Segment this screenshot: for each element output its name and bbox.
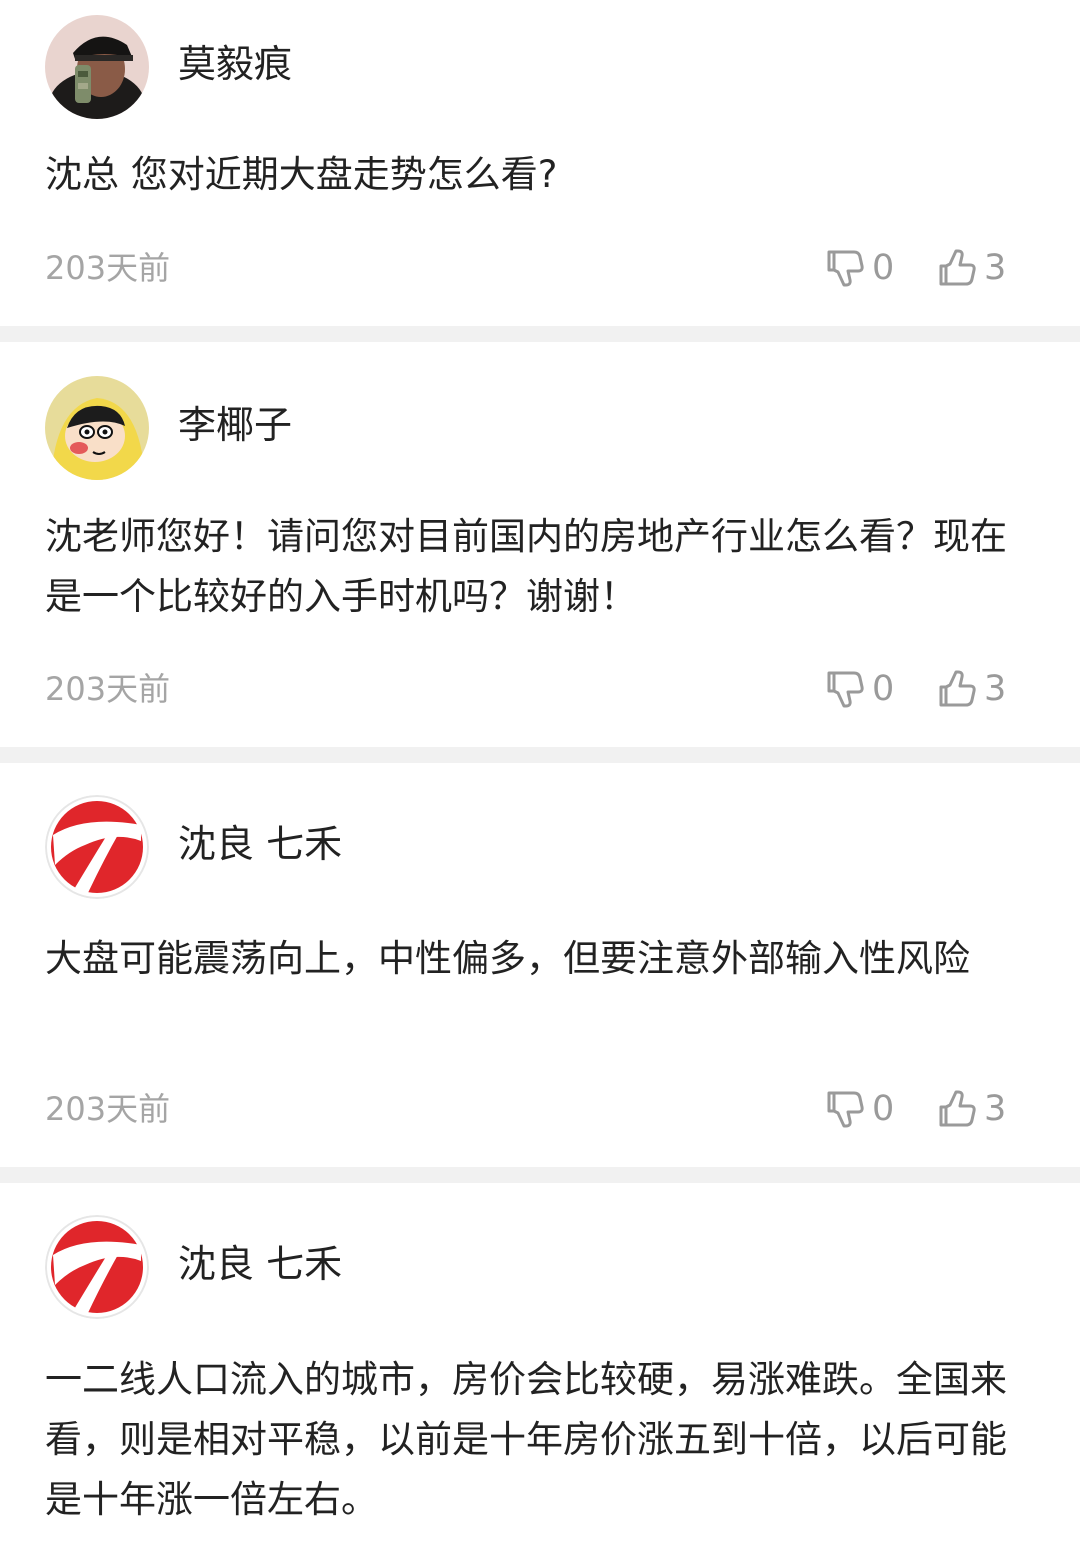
- thumbs-up-icon: [939, 670, 976, 707]
- avatar[interactable]: [45, 15, 149, 119]
- thumbs-down-icon: [827, 671, 864, 708]
- avatar[interactable]: [45, 376, 149, 480]
- thumbs-up-icon: [939, 249, 976, 286]
- dislike-count: 0: [872, 1089, 895, 1129]
- dislike-button[interactable]: 0: [826, 1087, 894, 1131]
- like-button[interactable]: 3: [938, 246, 1006, 290]
- like-button[interactable]: 3: [938, 667, 1006, 711]
- comment-item: 莫毅痕 沈总 您对近期大盘走势怎么看? 203天前 0 3: [0, 0, 1080, 326]
- thumbs-down-icon: [827, 1091, 864, 1128]
- username[interactable]: 莫毅痕: [178, 38, 292, 90]
- username[interactable]: 沈良 七禾: [178, 1238, 342, 1290]
- avatar-cartoon-boy-icon: [45, 376, 149, 480]
- dislike-count: 0: [872, 669, 895, 709]
- comment-time: 203天前: [45, 1090, 171, 1128]
- comment-time: 203天前: [45, 670, 171, 708]
- comment-text: 一二线人口流入的城市，房价会比较硬，易涨难跌。全国来看，则是相对平稳，以前是十年…: [45, 1358, 1007, 1521]
- like-count: 3: [984, 669, 1007, 709]
- comment-text: 大盘可能震荡向上，中性偏多，但要注意外部输入性风险: [45, 937, 970, 980]
- dislike-count: 0: [872, 248, 895, 288]
- comment-time: 203天前: [45, 249, 171, 287]
- thumbs-up-icon: [939, 1090, 976, 1127]
- like-button[interactable]: 3: [938, 1087, 1006, 1131]
- avatar-qihe-logo-icon: [45, 1215, 149, 1319]
- avatar-qihe-logo-icon: [45, 795, 149, 899]
- like-count: 3: [984, 1089, 1007, 1129]
- avatar[interactable]: [45, 795, 149, 899]
- avatar-person-cap-icon: [45, 15, 149, 119]
- avatar[interactable]: [45, 1215, 149, 1319]
- username[interactable]: 李椰子: [178, 399, 292, 451]
- dislike-button[interactable]: 0: [826, 246, 894, 290]
- comment-item: 李椰子 沈老师您好！请问您对目前国内的房地产行业怎么看？现在是一个比较好的入手时…: [0, 342, 1080, 747]
- thumbs-down-icon: [827, 250, 864, 287]
- comment-item: 沈良 七禾 大盘可能震荡向上，中性偏多，但要注意外部输入性风险 203天前 0 …: [0, 763, 1080, 1167]
- comment-text: 沈总 您对近期大盘走势怎么看?: [45, 153, 558, 196]
- comment-feed: 莫毅痕 沈总 您对近期大盘走势怎么看? 203天前 0 3 李椰子 沈老师您好！…: [0, 0, 1080, 1542]
- comment-text: 沈老师您好！请问您对目前国内的房地产行业怎么看？现在是一个比较好的入手时机吗？谢…: [45, 515, 1007, 618]
- like-count: 3: [984, 248, 1007, 288]
- username[interactable]: 沈良 七禾: [178, 818, 342, 870]
- comment-item: 沈良 七禾 一二线人口流入的城市，房价会比较硬，易涨难跌。全国来看，则是相对平稳…: [0, 1183, 1080, 1542]
- dislike-button[interactable]: 0: [826, 667, 894, 711]
